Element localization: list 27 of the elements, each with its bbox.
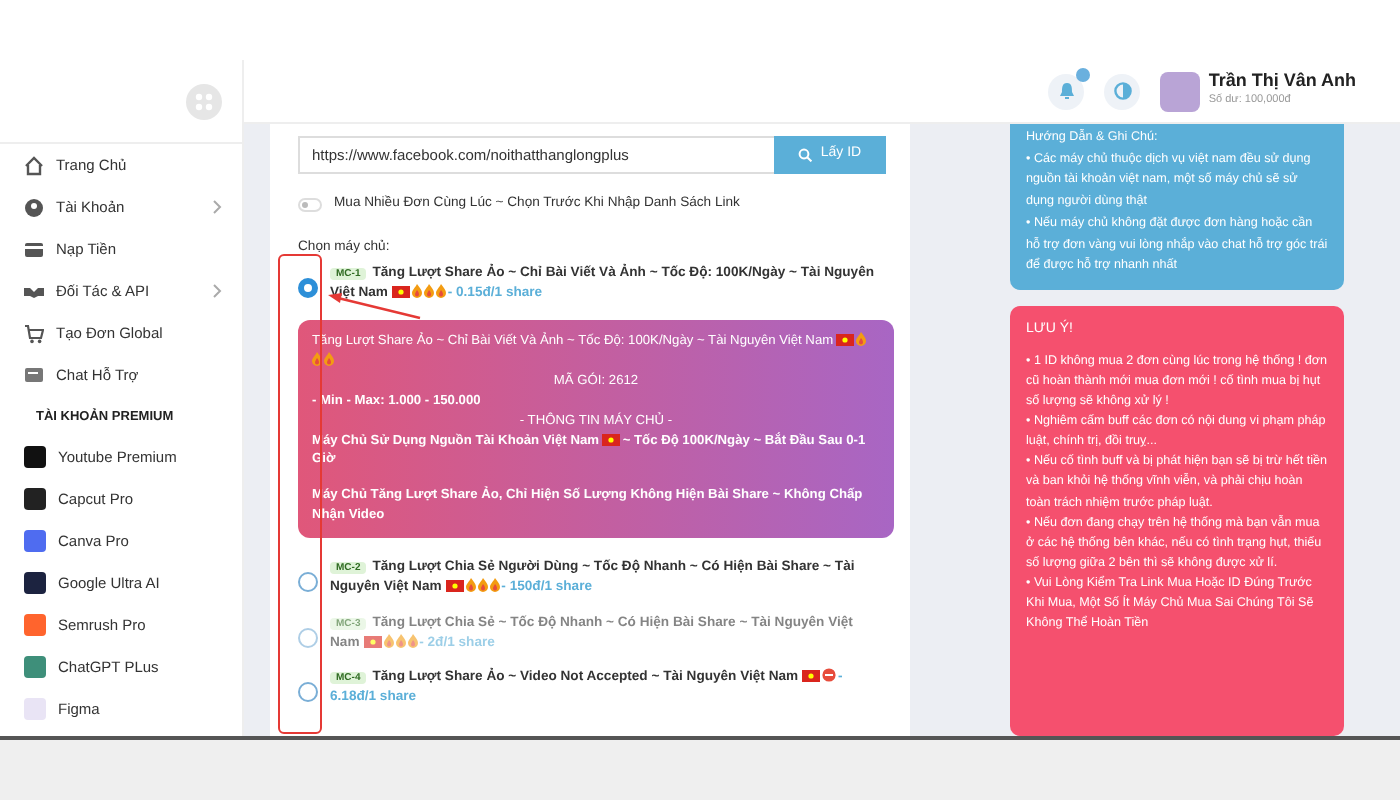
half-circle-icon bbox=[1113, 82, 1132, 100]
home-icon bbox=[24, 155, 44, 175]
flag-icon bbox=[445, 579, 464, 592]
chevron-icon bbox=[212, 284, 222, 298]
chevron-icon bbox=[212, 200, 222, 214]
chat-icon bbox=[24, 365, 44, 385]
bell-icon bbox=[1057, 82, 1076, 100]
card-icon bbox=[24, 239, 44, 259]
toggle-switch[interactable] bbox=[298, 197, 322, 212]
radio-button[interactable] bbox=[298, 572, 318, 593]
flag-icon bbox=[801, 670, 820, 683]
radio-button[interactable] bbox=[298, 682, 318, 703]
notification-badge bbox=[1076, 67, 1091, 81]
user-icon bbox=[24, 197, 44, 217]
flag-icon bbox=[602, 433, 621, 446]
apps-icon[interactable] bbox=[186, 83, 222, 119]
notification-button[interactable] bbox=[1048, 73, 1085, 109]
user-name: Trần Thị Vân Anh bbox=[1208, 72, 1356, 93]
flag-icon bbox=[836, 334, 855, 347]
cart-icon bbox=[24, 323, 44, 343]
flag-icon bbox=[363, 635, 382, 648]
theme-button[interactable] bbox=[1104, 73, 1141, 109]
avatar bbox=[1160, 71, 1201, 111]
search-icon bbox=[798, 148, 813, 162]
flag-icon bbox=[391, 286, 410, 299]
radio-button[interactable] bbox=[298, 278, 318, 299]
flame-icon bbox=[856, 332, 867, 347]
